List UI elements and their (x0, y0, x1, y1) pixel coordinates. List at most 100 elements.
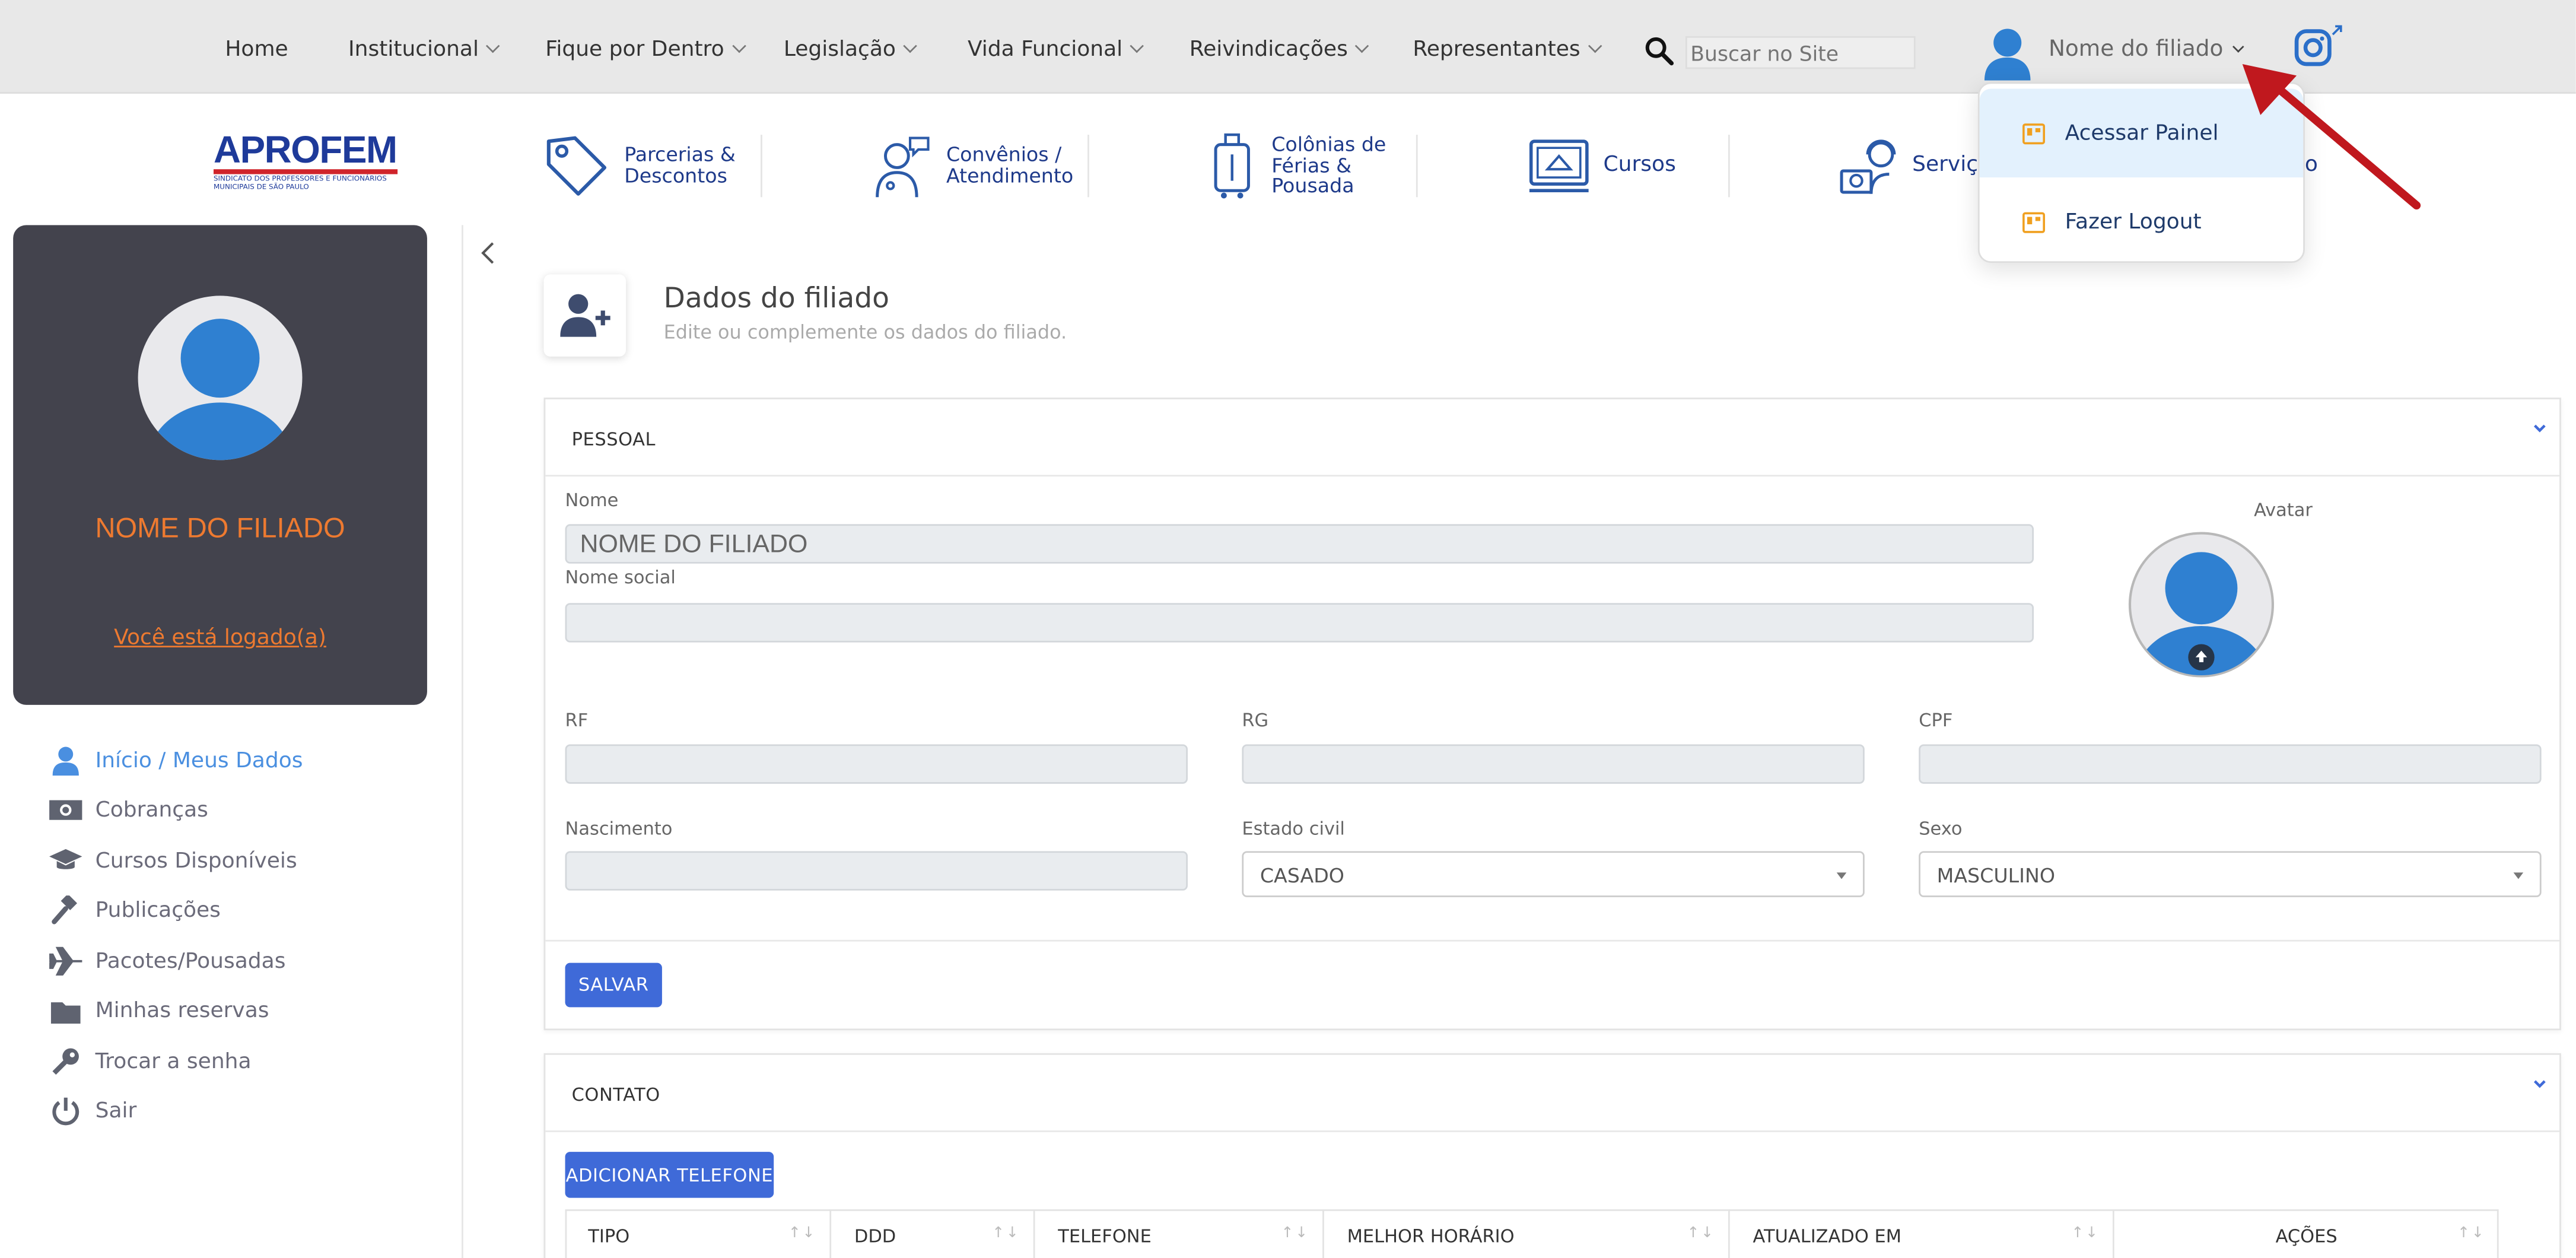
nav-representantes[interactable]: Representantes (1413, 38, 1602, 62)
nav-home[interactable]: Home (225, 38, 288, 63)
cpf-label: CPF (1919, 710, 1953, 732)
service-convenios[interactable]: Convênios / Atendimento (874, 132, 1073, 201)
nav-fique-por-dentro[interactable]: Fique por Dentro (545, 38, 746, 62)
sort-icon: ↑↓ (2071, 1225, 2100, 1243)
profile-avatar (138, 296, 303, 460)
search-input[interactable] (1685, 36, 1916, 69)
rf-label: RF (565, 710, 589, 732)
monitor-icon (1529, 139, 1589, 192)
user-plus-icon (560, 294, 610, 337)
column-header-atualizado[interactable]: ATUALIZADO EM ↑↓ (1730, 1209, 2114, 1258)
sidebar-item-reservas[interactable]: Minhas reservas (49, 994, 269, 1027)
dropdown-arrow-icon (1836, 872, 1847, 879)
graduation-cap-icon (49, 844, 82, 877)
chevron-down-icon (1588, 39, 1602, 53)
column-header-telefone[interactable]: TELEFONE ↑↓ (1035, 1209, 1324, 1258)
search-icon[interactable] (1645, 36, 1674, 66)
annotation-arrow (2242, 63, 2421, 210)
chevron-down-icon[interactable] (2533, 422, 2546, 436)
chevron-down-icon (904, 39, 918, 53)
aprofem-logo[interactable]: APROFEM SINDICATO DOS PROFESSORES E FUNC… (213, 131, 424, 204)
chevron-down-icon (1130, 39, 1144, 53)
service-cursos[interactable]: Cursos (1528, 132, 1676, 201)
divider (761, 135, 762, 198)
sexo-label: Sexo (1919, 818, 1963, 840)
rg-label: RG (1242, 710, 1269, 732)
sidebar-item-sair[interactable]: Sair (49, 1094, 136, 1127)
nome-social-label: Nome social (565, 567, 676, 589)
nascimento-label: Nascimento (565, 818, 673, 840)
estado-civil-select[interactable]: CASADO (1242, 851, 1865, 897)
sort-icon: ↑↓ (1687, 1225, 1715, 1243)
rg-field[interactable] (1242, 744, 1865, 784)
column-header-tipo[interactable]: TIPO ↑↓ (565, 1209, 832, 1258)
nav-reivindicacoes[interactable]: Reivindicações (1190, 38, 1370, 62)
dropdown-arrow-icon (2513, 872, 2524, 879)
sidebar-item-cursos[interactable]: Cursos Disponíveis (49, 844, 297, 877)
dashboard-icon (2022, 211, 2045, 233)
logo-wordmark: APROFEM (213, 131, 397, 174)
column-header-acoes[interactable]: AÇÕES ↑↓ (2114, 1209, 2499, 1258)
page-subtitle: Edite ou complemente os dados do filiado… (663, 320, 1067, 344)
nascimento-field[interactable] (565, 851, 1188, 891)
sort-icon: ↑↓ (1281, 1225, 1309, 1243)
avatar-label: Avatar (2254, 499, 2313, 521)
user-menu-toggle[interactable]: Nome do filiado (2049, 36, 2245, 62)
chevron-down-icon (1356, 39, 1370, 53)
sidebar-item-senha[interactable]: Trocar a senha (49, 1045, 252, 1078)
logo-tagline: MUNICIPAIS DE SÃO PAULO (213, 184, 309, 192)
nav-legislacao[interactable]: Legislação (784, 38, 918, 62)
divider (1416, 135, 1418, 198)
column-header-ddd[interactable]: DDD ↑↓ (831, 1209, 1035, 1258)
divider (1728, 135, 1730, 198)
sidebar-item-pacotes[interactable]: Pacotes/Pousadas (49, 945, 285, 977)
add-phone-button[interactable]: ADICIONAR TELEFONE (565, 1152, 774, 1198)
doctor-icon (876, 136, 930, 198)
sort-icon: ↑↓ (992, 1225, 1020, 1243)
page-icon-box (543, 274, 626, 357)
sidebar-item-cobrancas[interactable]: Cobranças (49, 793, 208, 826)
sidebar-divider (462, 225, 463, 1258)
divider (1087, 135, 1089, 198)
column-header-melhor-horario[interactable]: MELHOR HORÁRIO ↑↓ (1324, 1209, 1730, 1258)
pessoal-header[interactable]: PESSOAL (545, 399, 2560, 477)
dashboard-icon (2022, 122, 2045, 144)
money-icon (49, 793, 82, 826)
logged-in-link[interactable]: Você está logado(a) (13, 626, 427, 651)
cpf-field[interactable] (1919, 744, 2542, 784)
user-avatar-icon[interactable] (1981, 25, 2034, 81)
nav-vida-funcional[interactable]: Vida Funcional (968, 38, 1144, 62)
tag-icon (546, 136, 607, 196)
profile-name: NOME DO FILIADO (95, 512, 345, 544)
gavel-icon (49, 894, 82, 926)
service-colonias[interactable]: Colônias de Férias & Pousada (1213, 132, 1386, 201)
nome-label: Nome (565, 490, 619, 512)
sexo-select[interactable]: MASCULINO (1919, 851, 2542, 897)
power-icon (49, 1094, 82, 1127)
collapse-sidebar-icon[interactable] (478, 240, 498, 266)
save-button[interactable]: SALVAR (565, 962, 662, 1008)
chevron-down-icon (2232, 41, 2245, 53)
estado-civil-label: Estado civil (1242, 818, 1345, 840)
nome-social-field[interactable] (565, 603, 2034, 643)
service-parcerias[interactable]: Parcerias & Descontos (542, 132, 736, 201)
user-icon (49, 744, 82, 777)
chevron-down-icon (732, 39, 746, 53)
plane-icon (49, 945, 82, 977)
chevron-down-icon[interactable] (2533, 1078, 2546, 1091)
page-title: Dados do filiado (663, 282, 889, 316)
folder-icon (49, 994, 82, 1027)
chevron-down-icon (486, 39, 501, 53)
nav-institucional[interactable]: Institucional (348, 38, 501, 62)
support-icon (1840, 139, 1896, 194)
key-icon (49, 1045, 82, 1078)
sidebar-item-publicacoes[interactable]: Publicações (49, 894, 221, 926)
luggage-icon (1214, 133, 1250, 199)
rf-field[interactable] (565, 744, 1188, 784)
divider (545, 939, 2560, 942)
avatar-upload[interactable] (2127, 530, 2275, 678)
contato-header[interactable]: CONTATO (545, 1055, 2560, 1132)
nome-field[interactable]: NOME DO FILIADO (565, 524, 2034, 564)
sidebar-item-inicio[interactable]: Início / Meus Dados (49, 744, 303, 777)
profile-card: NOME DO FILIADO Você está logado(a) (13, 225, 427, 705)
